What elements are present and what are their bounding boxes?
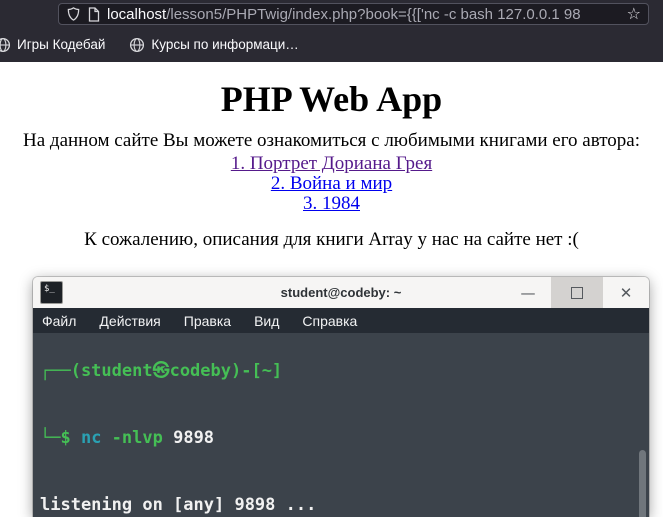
terminal-line-scrollback: ┌──(student㉿codeby)-[~] xyxy=(40,360,283,381)
menu-view[interactable]: Вид xyxy=(254,313,279,329)
terminal-line: listening on [any] 9898 ... xyxy=(40,495,317,516)
close-button[interactable]: ✕ xyxy=(603,277,649,308)
shield-icon[interactable] xyxy=(66,6,81,22)
url-input[interactable]: localhost/lesson5/PHPTwig/index.php?book… xyxy=(107,5,620,23)
page-icon[interactable] xyxy=(88,6,100,22)
terminal-scrollbar-thumb[interactable] xyxy=(639,450,646,517)
terminal-app-icon: $_ xyxy=(40,281,63,304)
bookmark-item-games[interactable]: Игры Кодебай xyxy=(0,34,109,56)
prompt-args: -nlvp xyxy=(101,428,174,449)
bookmark-item-courses[interactable]: Курсы по информаци… xyxy=(125,34,302,56)
book-link-2[interactable]: 2. Война и мир xyxy=(0,174,663,194)
browser-chrome: localhost/lesson5/PHPTwig/index.php?book… xyxy=(0,0,663,62)
terminal-prompt-line: └─$ nc -nlvp 9898 xyxy=(40,427,649,449)
page-title: PHP Web App xyxy=(220,79,443,119)
globe-icon xyxy=(0,37,11,52)
intro-text: На данном сайте Вы можете ознакомиться с… xyxy=(23,130,640,151)
bookmark-label: Игры Кодебай xyxy=(17,37,106,52)
book-link-3[interactable]: 3. 1984 xyxy=(0,194,663,214)
url-host: localhost xyxy=(107,5,167,23)
prompt-command: nc xyxy=(80,428,102,449)
menu-edit[interactable]: Правка xyxy=(184,313,231,329)
window-controls: — ✕ xyxy=(505,277,649,308)
url-bar[interactable]: localhost/lesson5/PHPTwig/index.php?book… xyxy=(58,3,649,25)
prompt-symbol: └─$ xyxy=(40,428,81,449)
terminal-window: $_ student@codeby: ~ — ✕ Файл Действия П… xyxy=(33,277,649,517)
bookmark-label: Курсы по информаци… xyxy=(151,37,299,52)
terminal-menubar: Файл Действия Правка Вид Справка xyxy=(33,308,649,333)
minimize-button[interactable]: — xyxy=(505,277,551,308)
bookmarks-bar: Игры Кодебай Курсы по информаци… xyxy=(0,27,663,62)
prompt-port: 9898 xyxy=(173,428,215,449)
menu-actions[interactable]: Действия xyxy=(99,313,160,329)
terminal-content[interactable]: ┌──(student㉿codeby)-[~] └─$ nc -nlvp 989… xyxy=(33,333,649,517)
navigation-toolbar: localhost/lesson5/PHPTwig/index.php?book… xyxy=(0,0,663,27)
url-fade xyxy=(585,5,620,23)
url-path: /lesson5/PHPTwig/index.php?book={{['nc -… xyxy=(166,5,581,23)
no-description-message: К сожалению, описания для книги Array у … xyxy=(84,229,579,250)
bookmark-star-icon[interactable]: ☆ xyxy=(627,6,641,22)
terminal-titlebar[interactable]: $_ student@codeby: ~ — ✕ xyxy=(33,277,649,308)
menu-file[interactable]: Файл xyxy=(42,313,76,329)
globe-icon xyxy=(130,37,145,52)
book-list: 1. Портрет Дориана Грея 2. Война и мир 3… xyxy=(0,154,663,214)
terminal-window-title: student@codeby: ~ xyxy=(280,285,402,300)
maximize-button[interactable] xyxy=(551,277,603,308)
maximize-icon xyxy=(571,286,583,299)
menu-help[interactable]: Справка xyxy=(302,313,357,329)
book-link-1[interactable]: 1. Портрет Дориана Грея xyxy=(0,154,663,174)
